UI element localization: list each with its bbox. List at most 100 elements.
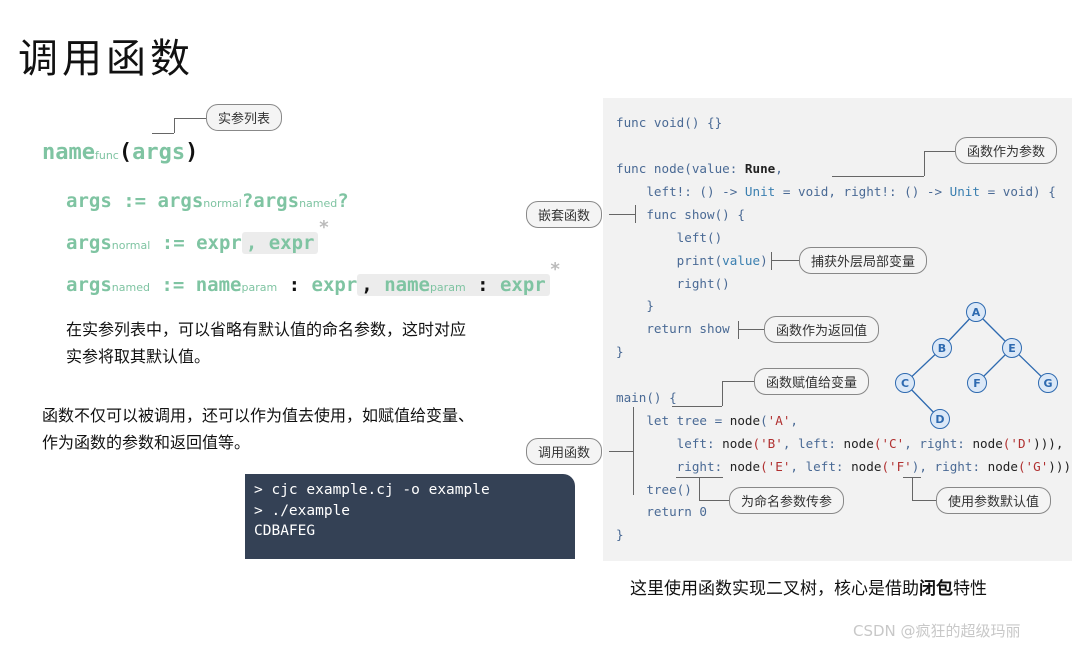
syntax-token: :: [465, 274, 500, 296]
code-text: }: [616, 527, 624, 542]
syntax-repeat-group: , expr: [241, 232, 319, 254]
code-text: func void() {}: [616, 115, 723, 130]
code-line: main() {: [616, 390, 677, 406]
syntax-token: :=: [111, 190, 158, 212]
caption-highlight: 闭包: [919, 579, 953, 599]
syntax-token: args: [157, 190, 204, 212]
code-text: node: [987, 459, 1018, 474]
leader-line: [152, 133, 174, 134]
leader-line: [738, 321, 739, 339]
code-text: ))): [1048, 459, 1072, 474]
syntax-token: (: [118, 140, 133, 165]
syntax-token: args: [66, 232, 112, 254]
code-text: return 0: [616, 504, 707, 519]
syntax-subscript: param: [429, 281, 466, 294]
annotation-capture-var: 捕获外层局部变量: [799, 247, 928, 274]
code-text: func node(value:: [616, 161, 745, 176]
tree-node-f: F: [967, 373, 987, 393]
terminal-line: > ./example: [254, 502, 351, 519]
code-string: ('G': [1017, 459, 1049, 474]
annotation-func-as-param: 函数作为参数: [955, 137, 1058, 164]
tree-node-g: G: [1038, 373, 1058, 393]
tree-node-a: A: [966, 302, 986, 322]
leader-line: [722, 381, 723, 406]
code-text: tree(): [616, 482, 692, 497]
code-line: }: [616, 298, 654, 314]
code-line: left(): [616, 230, 723, 246]
code-line: }: [616, 344, 624, 360]
code-line: tree(): [616, 482, 692, 498]
code-text: }: [616, 344, 624, 359]
syntax-subscript: named: [111, 281, 150, 294]
code-text: = void) {: [979, 184, 1056, 199]
leader-line: [832, 176, 924, 177]
code-type: Unit: [949, 184, 980, 199]
syntax-token: :=: [150, 232, 197, 254]
leader-line: [738, 329, 764, 330]
code-text: ,: [775, 161, 783, 176]
leader-line: [174, 118, 206, 119]
syntax-line-args-normal: argsnormal := expr, expr*: [66, 217, 329, 254]
syntax-token: args: [132, 140, 186, 165]
syntax-token: expr: [196, 232, 242, 254]
syntax-token: name: [42, 140, 95, 165]
leader-line: [609, 451, 633, 452]
syntax-token: args: [66, 274, 112, 296]
code-text: node: [851, 459, 882, 474]
leader-line: [722, 381, 754, 382]
watermark: CSDN @疯狂的超级玛丽: [853, 622, 1021, 640]
code-text: right(): [616, 276, 730, 291]
code-text: node: [729, 459, 761, 474]
annotation-actual-param-list: 实参列表: [206, 104, 283, 131]
code-text: = void, right!: () ->: [775, 184, 950, 199]
syntax-token: name: [384, 274, 430, 296]
leader-line: [635, 205, 636, 223]
code-text: , left:: [790, 459, 852, 474]
code-line: print(value): [616, 253, 768, 269]
code-text: left:: [616, 436, 723, 451]
code-line: return show: [616, 321, 730, 337]
code-text: main() {: [616, 390, 677, 405]
paragraph-line: 在实参列表中，可以省略有默认值的命名参数，这时对应: [66, 320, 467, 339]
terminal-line: > cjc example.cj -o example: [254, 482, 490, 498]
paragraph-default-args: 在实参列表中，可以省略有默认值的命名参数，这时对应 实参将取其默认值。: [66, 316, 466, 370]
code-type: Rune: [744, 161, 776, 176]
syntax-token: ?: [337, 190, 349, 212]
tree-node-c: C: [895, 373, 915, 393]
leader-line: [771, 260, 799, 261]
code-text: node: [843, 436, 874, 451]
leader-line: [771, 252, 772, 270]
code-type: Unit: [744, 184, 776, 199]
code-string: ('E': [760, 459, 791, 474]
code-line: right: node('E', left: node('F'), right:…: [616, 459, 1071, 475]
code-line: left!: () -> Unit = void, right!: () -> …: [616, 184, 1056, 200]
code-line: }: [616, 527, 624, 543]
code-text: ,: [790, 413, 799, 428]
paragraph-line: 函数不仅可以被调用，还可以作为值去使用，如赋值给变量、: [42, 406, 475, 425]
code-text: ), right:: [911, 459, 988, 474]
leader-line: [924, 151, 925, 176]
code-line: return 0: [616, 504, 707, 520]
caption: 这里使用函数实现二叉树，核心是借助闭包特性: [630, 574, 987, 599]
code-line: let tree = node('A',: [616, 413, 798, 429]
syntax-token: ): [185, 140, 199, 165]
page-title: 调用函数: [18, 36, 194, 82]
annotation-func-assign: 函数赋值给变量: [754, 368, 870, 395]
tree-node-e: E: [1002, 338, 1022, 358]
annotation-call-func: 调用函数: [526, 438, 603, 465]
code-text: show: [699, 321, 730, 336]
tree-node-b: B: [932, 338, 952, 358]
syntax-repeat-group: , nameparam : expr: [357, 274, 550, 296]
code-text: node: [722, 436, 753, 451]
code-text: }: [616, 298, 654, 313]
syntax-subscript: normal: [111, 239, 151, 252]
terminal-output: > cjc example.cj -o example > ./example …: [245, 474, 575, 559]
code-text: print(: [616, 253, 723, 268]
syntax-token: ?: [241, 190, 254, 212]
syntax-repeat-star: *: [318, 217, 330, 238]
code-line: func node(value: Rune,: [616, 161, 783, 177]
syntax-subscript: normal: [203, 197, 242, 210]
leader-line: [912, 477, 913, 500]
tree-node-d: D: [930, 409, 950, 429]
syntax-token: expr: [499, 274, 546, 296]
